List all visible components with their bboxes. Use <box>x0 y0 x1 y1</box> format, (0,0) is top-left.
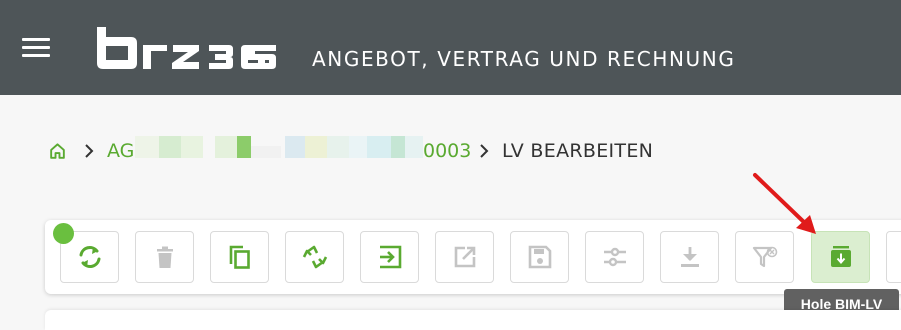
open-external-button[interactable] <box>435 231 494 283</box>
save-icon <box>528 245 551 269</box>
status-indicator <box>53 223 74 244</box>
menu-icon[interactable] <box>22 38 50 58</box>
project-suffix: 0003 <box>423 140 472 162</box>
breadcrumb: AG 0003 LV BEARBEITEN <box>48 136 654 162</box>
clear-filter-button[interactable] <box>735 231 794 283</box>
sync-icon <box>302 245 327 269</box>
breadcrumb-current: LV BEARBEITEN <box>502 140 654 162</box>
get-bim-lv-icon <box>830 246 851 267</box>
sync-button[interactable] <box>285 231 344 283</box>
import-button[interactable] <box>360 231 419 283</box>
refresh-icon <box>79 246 100 268</box>
chevron-right-icon <box>85 144 94 158</box>
more-toolbar-button[interactable] <box>886 231 901 283</box>
trash-icon <box>156 246 173 268</box>
copy-icon <box>229 245 250 269</box>
download-icon <box>680 247 699 267</box>
breadcrumb-project-link[interactable]: AG 0003 <box>107 136 472 162</box>
delete-button[interactable] <box>135 231 194 283</box>
home-icon[interactable] <box>48 142 67 161</box>
settings-button[interactable] <box>585 231 644 283</box>
download-button[interactable] <box>660 231 719 283</box>
filter-clear-icon <box>752 246 777 268</box>
app-header: ANGEBOT, VERTRAG UND RECHNUNG <box>0 0 901 95</box>
import-icon <box>379 245 401 269</box>
save-button[interactable] <box>510 231 569 283</box>
content-card <box>45 310 901 330</box>
logo-digit-5 <box>248 45 276 69</box>
app-title: ANGEBOT, VERTRAG UND RECHNUNG <box>312 47 736 71</box>
sliders-icon <box>603 247 626 267</box>
project-prefix: AG <box>107 140 135 162</box>
open-external-icon <box>454 246 475 268</box>
redacted-project-id <box>135 136 423 158</box>
get-bim-lv-button[interactable] <box>811 231 870 283</box>
chevron-right-icon <box>480 144 489 158</box>
copy-button[interactable] <box>210 231 269 283</box>
